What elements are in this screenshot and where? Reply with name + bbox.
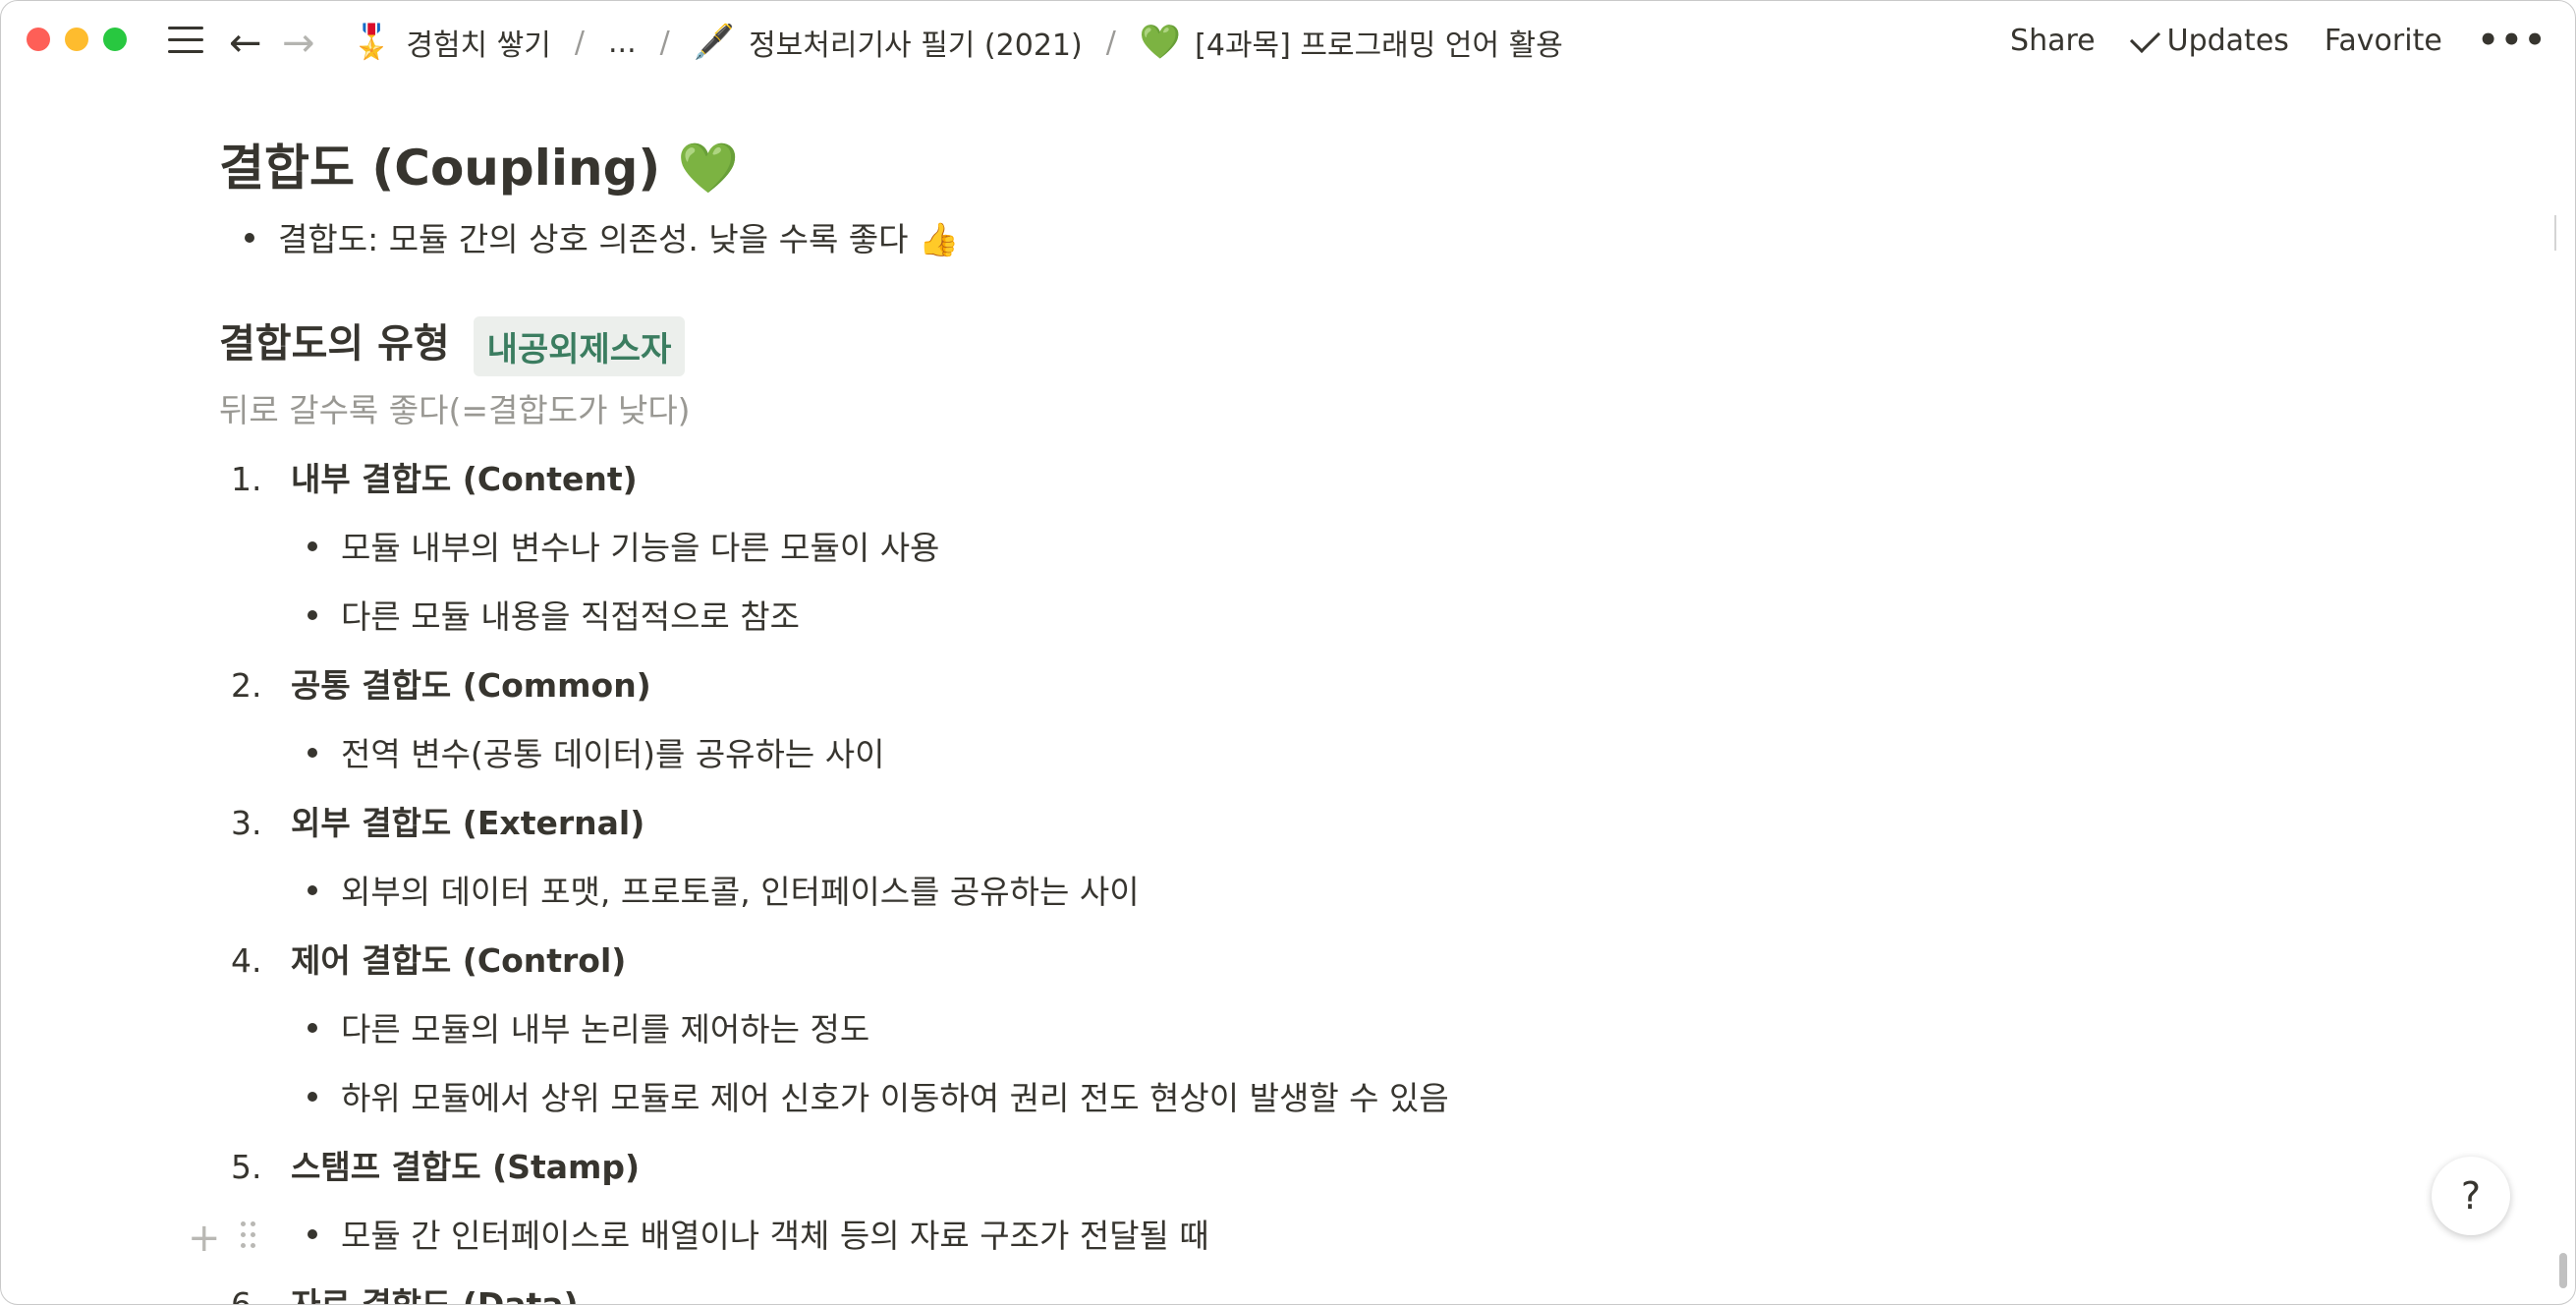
list-item-data[interactable]: 6. 자료 결합도 (Data): [231, 1278, 579, 1305]
scrollbar[interactable]: [2553, 84, 2573, 1302]
top-bar: ← → 🎖️ 경험치 쌓기 / ... / 🖋️ 정보처리기사 필기 (2021…: [1, 1, 2575, 82]
close-window-button[interactable]: [27, 28, 50, 51]
list-item-text: 모듈 간 인터페이스로 배열이나 객체 등의 자료 구조가 전달될 때: [341, 1217, 1209, 1255]
list-item-title: 스탬프 결합도 (Stamp): [291, 1148, 641, 1186]
list-item-title: 자료 결합도 (Data): [291, 1285, 579, 1305]
bullet-dot: [245, 233, 254, 243]
breadcrumb-separator: /: [574, 25, 585, 60]
list-number: 2.: [231, 666, 262, 705]
minimize-window-button[interactable]: [65, 28, 88, 51]
list-item-external[interactable]: 3. 외부 결합도 (External): [231, 797, 644, 844]
drag-handle-icon[interactable]: [241, 1221, 260, 1251]
window-controls: [27, 28, 127, 51]
forward-arrow-icon[interactable]: →: [282, 21, 315, 66]
list-item[interactable]: 모듈 내부의 변수나 기능을 다른 모듈이 사용: [308, 522, 940, 569]
list-item-text: 전역 변수(공통 데이터)를 공유하는 사이: [341, 735, 885, 773]
intro-bullet-text: 결합도: 모듈 간의 상호 의존성. 낮을 수록 좋다 👍: [278, 220, 960, 258]
breadcrumb-separator: /: [1105, 25, 1116, 60]
section-heading-text: 결합도의 유형: [219, 321, 450, 367]
bullet-dot: [308, 610, 317, 620]
breadcrumb-item-subject[interactable]: 💚 [4과목] 프로그래밍 언어 활용: [1134, 21, 1569, 64]
back-arrow-icon[interactable]: ←: [229, 21, 262, 66]
app-window: ← → 🎖️ 경험치 쌓기 / ... / 🖋️ 정보처리기사 필기 (2021…: [0, 0, 2576, 1305]
list-item-content[interactable]: 1. 내부 결합도 (Content): [231, 453, 638, 500]
section-tag: 내공외제스자: [473, 315, 686, 376]
sidebar-toggle-icon[interactable]: [168, 27, 203, 56]
scrollbar-thumb[interactable]: [2559, 1253, 2567, 1288]
bullet-dot: [308, 885, 317, 895]
list-item[interactable]: 모듈 간 인터페이스로 배열이나 객체 등의 자료 구조가 전달될 때: [308, 1210, 1209, 1257]
list-item-stamp[interactable]: 5. 스탬프 결합도 (Stamp): [231, 1141, 640, 1188]
list-number: 5.: [231, 1148, 262, 1186]
top-actions: Share Updates Favorite •••: [2010, 21, 2548, 60]
breadcrumb-item-exam[interactable]: 🖋️ 정보처리기사 필기 (2021): [688, 21, 1089, 64]
list-item-title: 제어 결합도 (Control): [291, 941, 627, 980]
updates-label: Updates: [2166, 23, 2289, 58]
bullet-dot: [308, 541, 317, 551]
breadcrumb-item-experience[interactable]: 🎖️ 경험치 쌓기: [345, 21, 557, 64]
section-note[interactable]: 뒤로 갈수록 좋다(=결합도가 낮다): [219, 384, 691, 431]
favorite-button[interactable]: Favorite: [2324, 24, 2442, 58]
list-item-title: 내부 결합도 (Content): [291, 460, 638, 498]
breadcrumb-label: 정보처리기사 필기 (2021): [749, 28, 1083, 63]
list-item-title: 공통 결합도 (Common): [291, 666, 651, 705]
list-number: 4.: [231, 941, 262, 980]
list-item-text: 외부의 데이터 포맷, 프로토콜, 인터페이스를 공유하는 사이: [341, 873, 1140, 911]
medal-icon: 🎖️: [351, 23, 393, 62]
breadcrumb-separator: /: [659, 25, 670, 60]
list-item[interactable]: 다른 모듈의 내부 논리를 제어하는 정도: [308, 1003, 870, 1050]
list-item[interactable]: 외부의 데이터 포맷, 프로토콜, 인터페이스를 공유하는 사이: [308, 866, 1140, 913]
list-item[interactable]: 전역 변수(공통 데이터)를 공유하는 사이: [308, 728, 885, 775]
page-title-text: 결합도 (Coupling): [219, 140, 661, 197]
list-item-control[interactable]: 4. 제어 결합도 (Control): [231, 935, 626, 982]
intro-bullet[interactable]: 결합도: 모듈 간의 상호 의존성. 낮을 수록 좋다 👍: [245, 213, 960, 260]
checkmark-icon: [2129, 22, 2160, 53]
breadcrumb-item-ellipsis[interactable]: ...: [602, 26, 643, 60]
more-options-icon[interactable]: •••: [2478, 21, 2548, 60]
list-item[interactable]: 다른 모듈 내용을 직접적으로 참조: [308, 591, 800, 638]
breadcrumb: 🎖️ 경험치 쌓기 / ... / 🖋️ 정보처리기사 필기 (2021) / …: [345, 21, 1569, 64]
list-item-text: 다른 모듈의 내부 논리를 제어하는 정도: [341, 1010, 870, 1049]
section-heading[interactable]: 결합도의 유형 내공외제스자: [219, 312, 686, 376]
list-item-text: 모듈 내부의 변수나 기능을 다른 모듈이 사용: [341, 529, 940, 567]
share-button[interactable]: Share: [2010, 24, 2096, 58]
green-heart-icon: 💚: [1139, 23, 1182, 62]
breadcrumb-label: [4과목] 프로그래밍 언어 활용: [1195, 28, 1563, 63]
bullet-dot: [308, 748, 317, 758]
updates-button[interactable]: Updates: [2129, 22, 2289, 58]
list-item-title: 외부 결합도 (External): [291, 804, 645, 842]
add-block-icon[interactable]: +: [188, 1216, 221, 1261]
green-heart-icon: 💚: [677, 140, 739, 197]
list-number: 1.: [231, 460, 262, 498]
list-item-text: 다른 모듈 내용을 직접적으로 참조: [341, 597, 800, 636]
bullet-dot: [308, 1229, 317, 1239]
list-item-common[interactable]: 2. 공통 결합도 (Common): [231, 659, 651, 707]
list-number: 6.: [231, 1285, 262, 1305]
breadcrumb-label: ...: [608, 25, 637, 60]
zoom-window-button[interactable]: [103, 28, 127, 51]
pen-icon: 🖋️: [693, 23, 736, 62]
bullet-dot: [308, 1092, 317, 1102]
bullet-dot: [308, 1023, 317, 1033]
page-title[interactable]: 결합도 (Coupling) 💚: [219, 129, 739, 199]
list-number: 3.: [231, 804, 262, 842]
list-item[interactable]: 하위 모듈에서 상위 모듈로 제어 신호가 이동하여 권리 전도 현상이 발생할…: [308, 1072, 1449, 1119]
list-item-text: 하위 모듈에서 상위 모듈로 제어 신호가 이동하여 권리 전도 현상이 발생할…: [341, 1079, 1449, 1117]
breadcrumb-label: 경험치 쌓기: [406, 28, 551, 63]
help-button[interactable]: ?: [2432, 1157, 2510, 1235]
